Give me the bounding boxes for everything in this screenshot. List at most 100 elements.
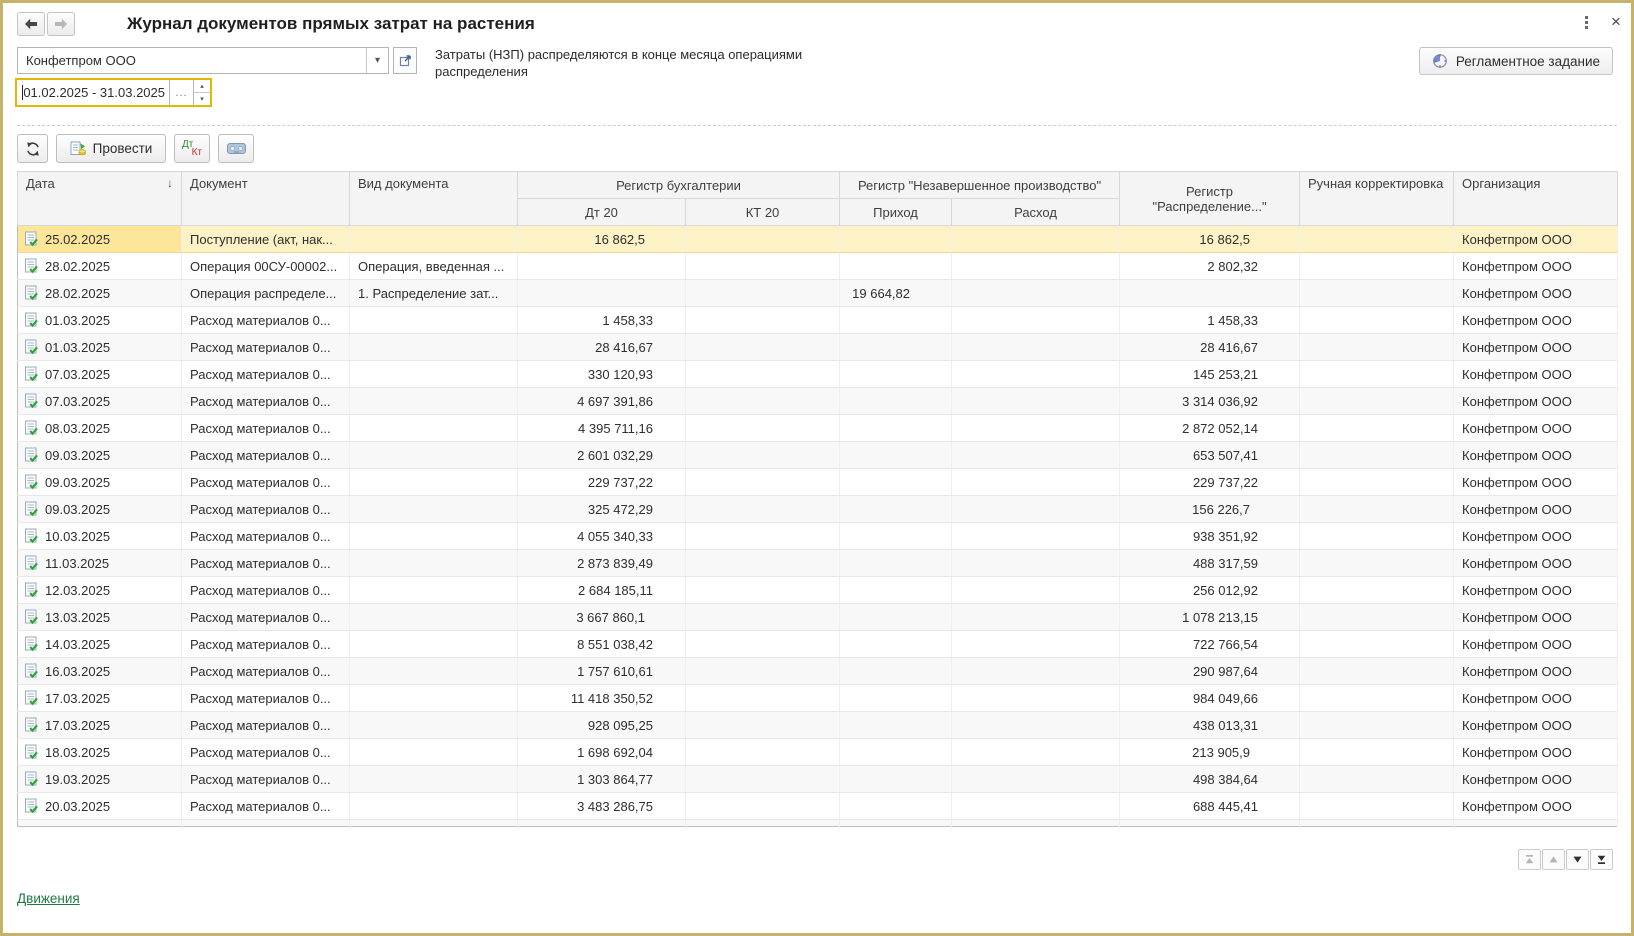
cell-document[interactable]: Поступление (акт, нак... xyxy=(182,226,350,253)
cell-date[interactable]: 16.03.2025 xyxy=(18,658,182,685)
cell-distribution[interactable]: 3 314 036,92 xyxy=(1120,388,1300,415)
cell-distribution[interactable]: 213 905,9 xyxy=(1120,739,1300,766)
table-row[interactable]: 19.03.2025Расход материалов 0...1 303 86… xyxy=(18,766,1618,793)
cell-doc-type[interactable] xyxy=(350,658,518,685)
cell-dt20[interactable]: 3 667 860,1 xyxy=(518,604,686,631)
cell-document[interactable]: Расход материалов 0... xyxy=(182,496,350,523)
cell-document[interactable]: Расход материалов 0... xyxy=(182,550,350,577)
cell-expense[interactable] xyxy=(952,604,1120,631)
spinner-up-icon[interactable]: ▴ xyxy=(194,80,210,93)
cell-document[interactable]: Расход материалов 0... xyxy=(182,766,350,793)
cell-document[interactable]: Расход материалов 0... xyxy=(182,577,350,604)
cell-expense[interactable] xyxy=(952,550,1120,577)
cell-kt20[interactable] xyxy=(686,307,840,334)
cell-document[interactable]: Операция 00СУ-00002... xyxy=(182,253,350,280)
cell-income[interactable] xyxy=(840,793,952,820)
cell-manual-adjustment[interactable] xyxy=(1300,685,1454,712)
cell-date[interactable]: 17.03.2025 xyxy=(18,685,182,712)
column-group-accounting-register[interactable]: Регистр бухгалтерии xyxy=(518,172,840,199)
cell-dt20[interactable] xyxy=(518,280,686,307)
cell-manual-adjustment[interactable] xyxy=(1300,307,1454,334)
table-row[interactable]: 10.03.2025Расход материалов 0...4 055 34… xyxy=(18,523,1618,550)
cell-income[interactable] xyxy=(840,712,952,739)
cell-manual-adjustment[interactable] xyxy=(1300,253,1454,280)
cell-dt20[interactable]: 1 757 610,61 xyxy=(518,658,686,685)
cell-date[interactable]: 09.03.2025 xyxy=(18,469,182,496)
cell-manual-adjustment[interactable] xyxy=(1300,442,1454,469)
cell-organization[interactable]: Конфетпром ООО xyxy=(1454,496,1618,523)
cell-expense[interactable] xyxy=(952,739,1120,766)
cell-distribution[interactable]: 438 013,31 xyxy=(1120,712,1300,739)
cell-manual-adjustment[interactable] xyxy=(1300,631,1454,658)
cell-doc-type[interactable] xyxy=(350,685,518,712)
table-row[interactable]: 28.02.2025Операция распределе...1. Распр… xyxy=(18,280,1618,307)
cell-document[interactable]: Расход материалов 0... xyxy=(182,631,350,658)
cell-document[interactable]: Расход материалов 0... xyxy=(182,361,350,388)
cell-document[interactable]: Расход материалов 0... xyxy=(182,469,350,496)
dtkt-button[interactable]: Дт Кт xyxy=(174,134,210,163)
cell-organization[interactable]: Конфетпром ООО xyxy=(1454,550,1618,577)
cell-doc-type[interactable] xyxy=(350,604,518,631)
table-row[interactable]: 07.03.2025Расход материалов 0...4 697 39… xyxy=(18,388,1618,415)
cell-document[interactable]: Операция распределе... xyxy=(182,280,350,307)
cell-kt20[interactable] xyxy=(686,442,840,469)
table-row[interactable]: 13.03.2025Расход материалов 0...3 667 86… xyxy=(18,604,1618,631)
cell-doc-type[interactable] xyxy=(350,523,518,550)
table-row[interactable]: 20.03.2025Расход материалов 0...3 483 28… xyxy=(18,793,1618,820)
column-header-kt20[interactable]: КТ 20 xyxy=(686,199,840,226)
cell-doc-type[interactable]: Операция, введенная ... xyxy=(350,253,518,280)
cell-distribution[interactable]: 488 317,59 xyxy=(1120,550,1300,577)
table-row[interactable]: 07.03.2025Расход материалов 0...330 120,… xyxy=(18,361,1618,388)
cell-dt20[interactable]: 2 684 185,11 xyxy=(518,577,686,604)
cell-doc-type[interactable] xyxy=(350,307,518,334)
cell-distribution[interactable]: 653 507,41 xyxy=(1120,442,1300,469)
cell-expense[interactable] xyxy=(952,712,1120,739)
cell-kt20[interactable] xyxy=(686,604,840,631)
cell-doc-type[interactable] xyxy=(350,388,518,415)
cell-manual-adjustment[interactable] xyxy=(1300,793,1454,820)
table-row[interactable]: 14.03.2025Расход материалов 0...8 551 03… xyxy=(18,631,1618,658)
cell-date[interactable]: 01.03.2025 xyxy=(18,307,182,334)
nav-forward-button[interactable] xyxy=(47,12,75,36)
cell-date[interactable]: 08.03.2025 xyxy=(18,415,182,442)
cell-kt20[interactable] xyxy=(686,253,840,280)
cell-organization[interactable]: Конфетпром ООО xyxy=(1454,334,1618,361)
table-row[interactable]: 01.03.2025Расход материалов 0...1 458,33… xyxy=(18,307,1618,334)
cell-income[interactable] xyxy=(840,361,952,388)
cell-income[interactable] xyxy=(840,415,952,442)
cell-dt20[interactable]: 330 120,93 xyxy=(518,361,686,388)
cell-organization[interactable]: Конфетпром ООО xyxy=(1454,469,1618,496)
column-header-organization[interactable]: Организация xyxy=(1454,172,1618,226)
cell-distribution[interactable]: 28 416,67 xyxy=(1120,334,1300,361)
cell-distribution[interactable] xyxy=(1120,280,1300,307)
cell-income[interactable] xyxy=(840,496,952,523)
cell-income[interactable] xyxy=(840,334,952,361)
cell-kt20[interactable] xyxy=(686,334,840,361)
cell-document[interactable]: Расход материалов 0... xyxy=(182,334,350,361)
table-row[interactable]: 17.03.2025Расход материалов 0...928 095,… xyxy=(18,712,1618,739)
cell-doc-type[interactable] xyxy=(350,631,518,658)
open-organization-button[interactable] xyxy=(393,47,417,74)
cell-organization[interactable]: Конфетпром ООО xyxy=(1454,442,1618,469)
column-header-manual-adjustment[interactable]: Ручная корректировка xyxy=(1300,172,1454,226)
cell-kt20[interactable] xyxy=(686,496,840,523)
cell-income[interactable] xyxy=(840,226,952,253)
cell-kt20[interactable] xyxy=(686,550,840,577)
scheduled-job-button[interactable]: Регламентное задание xyxy=(1419,47,1613,75)
cell-distribution[interactable]: 156 226,7 xyxy=(1120,496,1300,523)
cell-expense[interactable] xyxy=(952,496,1120,523)
cell-date[interactable]: 11.03.2025 xyxy=(18,550,182,577)
cell-manual-adjustment[interactable] xyxy=(1300,766,1454,793)
cell-dt20[interactable]: 8 551 038,42 xyxy=(518,631,686,658)
cell-manual-adjustment[interactable] xyxy=(1300,712,1454,739)
cell-document[interactable]: Расход материалов 0... xyxy=(182,685,350,712)
cell-dt20[interactable]: 325 472,29 xyxy=(518,496,686,523)
cell-distribution[interactable]: 16 862,5 xyxy=(1120,226,1300,253)
column-header-document[interactable]: Документ xyxy=(182,172,350,226)
cell-manual-adjustment[interactable] xyxy=(1300,550,1454,577)
cell-date[interactable]: 09.03.2025 xyxy=(18,442,182,469)
cell-organization[interactable]: Конфетпром ООО xyxy=(1454,361,1618,388)
cell-manual-adjustment[interactable] xyxy=(1300,469,1454,496)
cell-expense[interactable] xyxy=(952,334,1120,361)
cell-kt20[interactable] xyxy=(686,226,840,253)
